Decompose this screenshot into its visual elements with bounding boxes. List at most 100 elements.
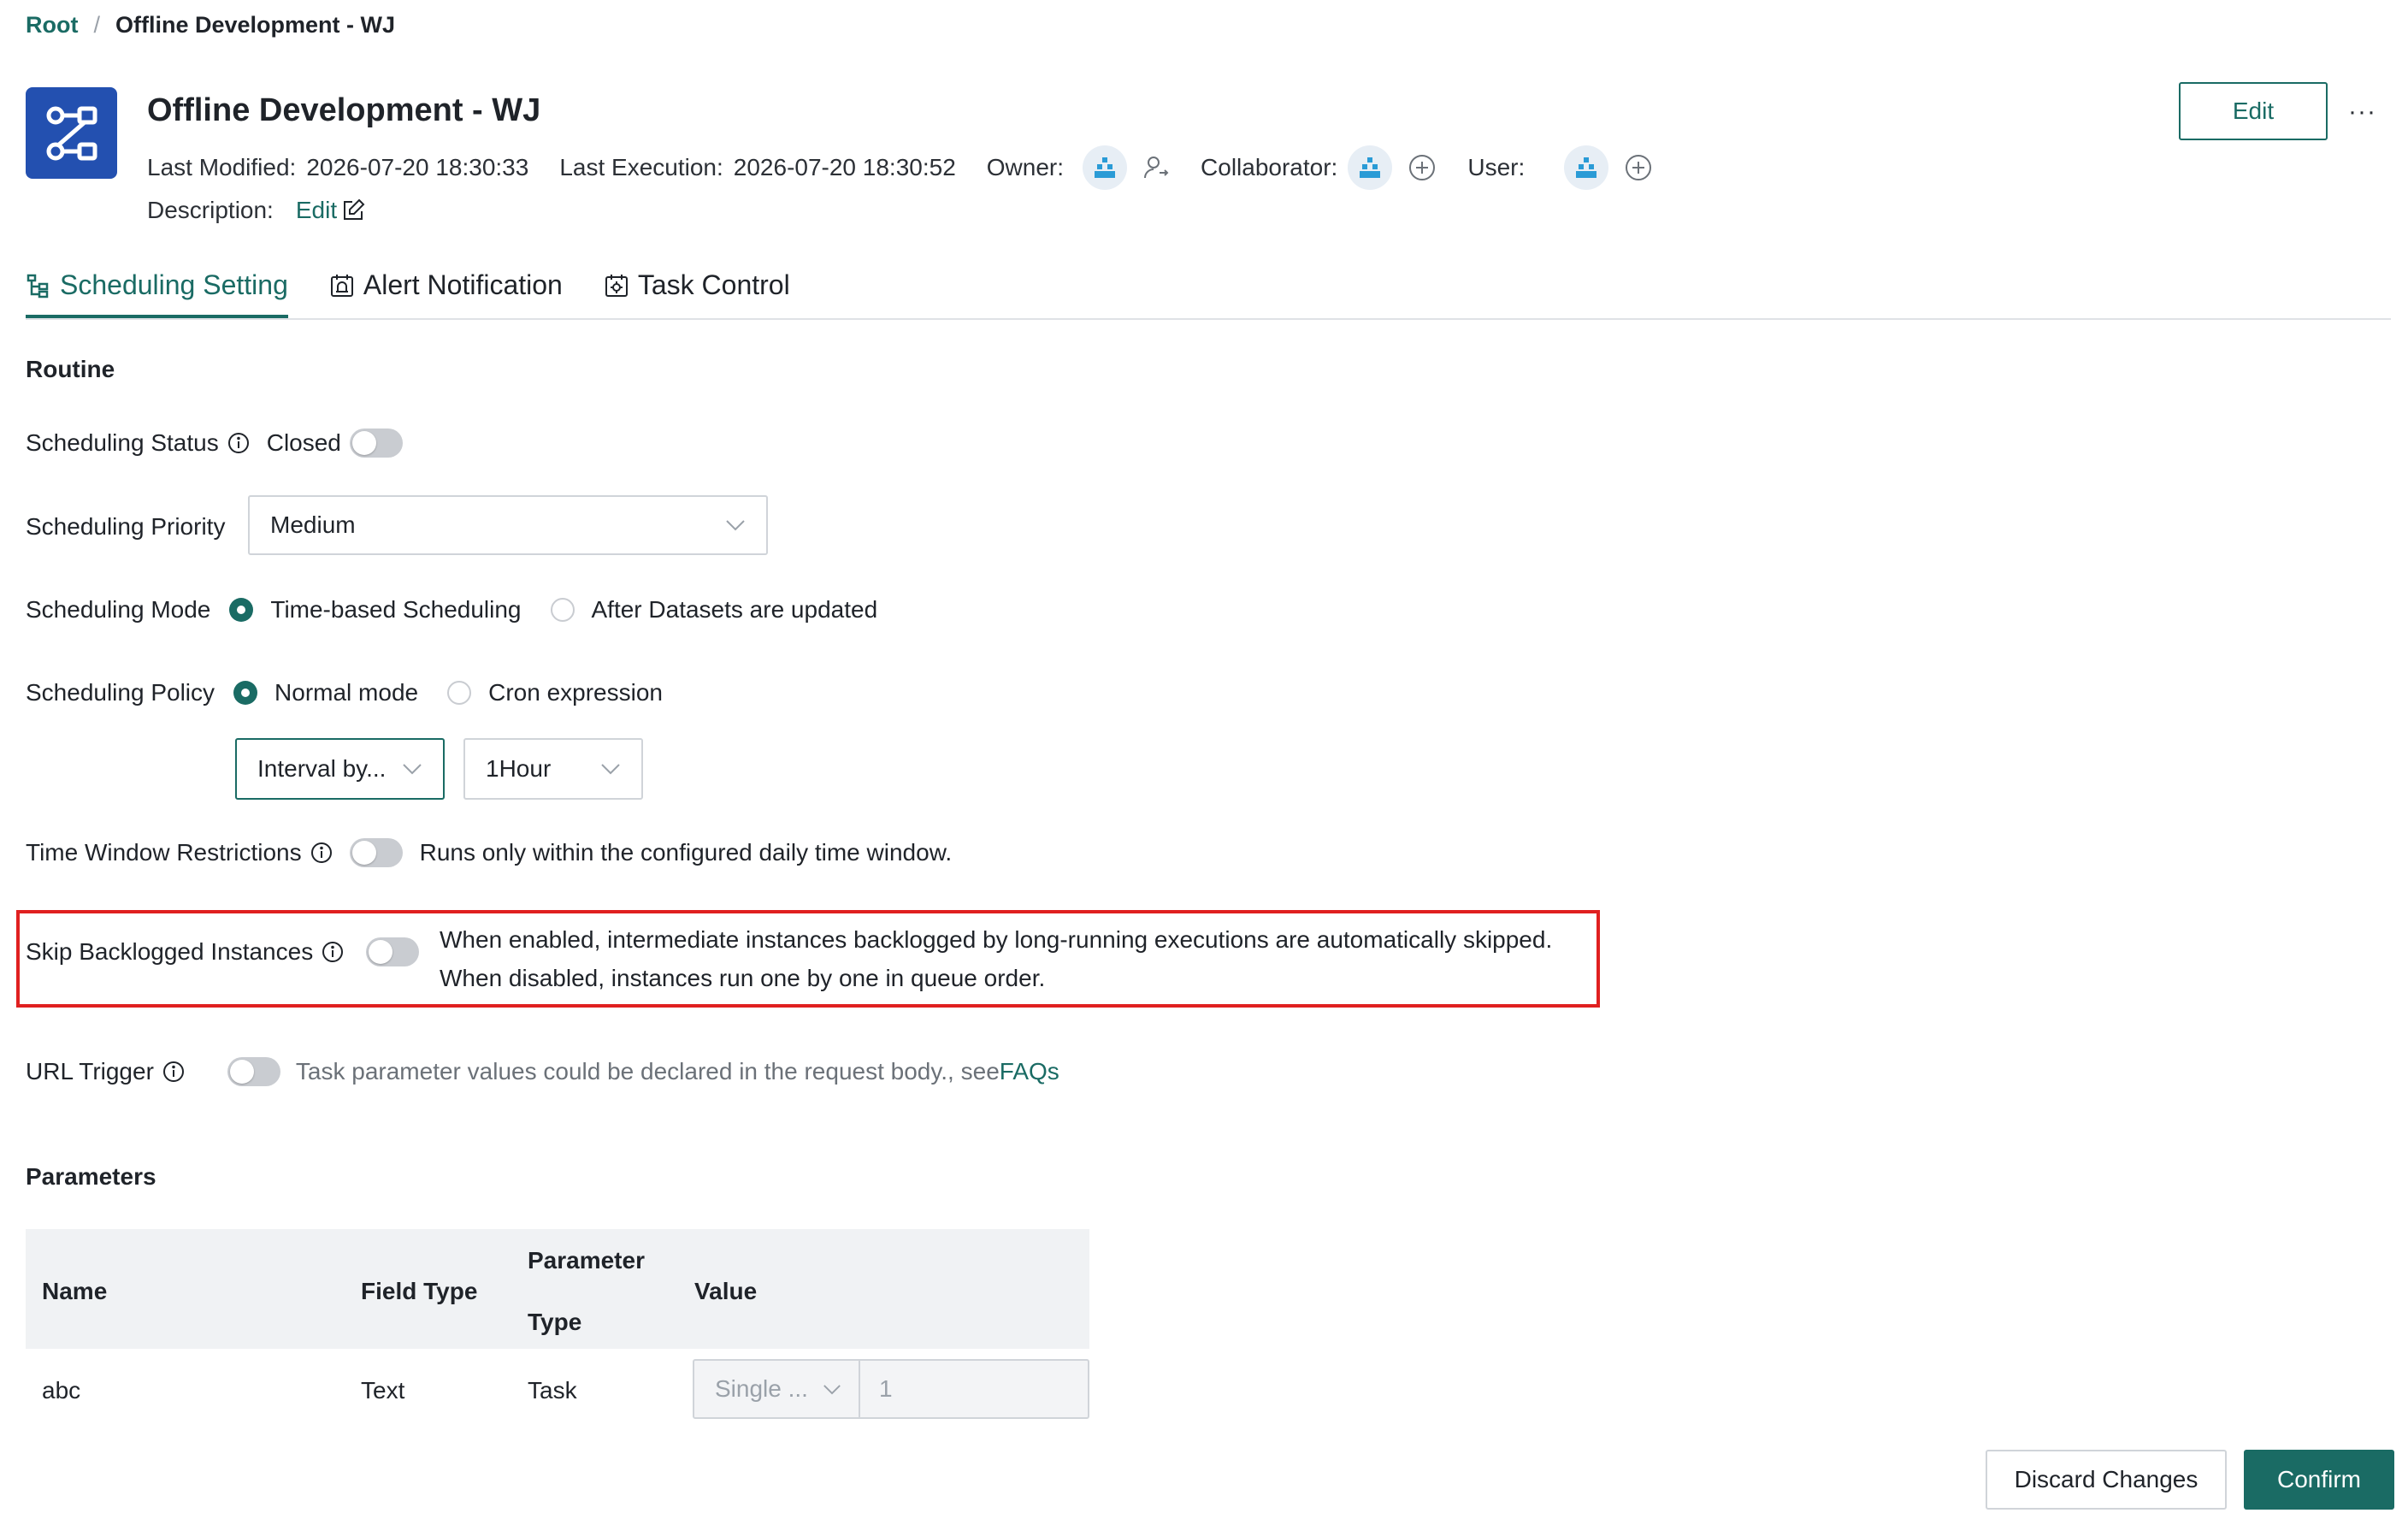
calendar-gear-icon xyxy=(604,273,638,298)
tab-label: Scheduling Setting xyxy=(60,269,288,300)
normal-mode-option-label[interactable]: Normal mode xyxy=(274,679,418,706)
last-modified-value: 2026-07-20 18:30:33 xyxy=(306,154,529,180)
time-based-option-label[interactable]: Time-based Scheduling xyxy=(270,596,521,624)
chevron-down-icon xyxy=(600,763,621,775)
last-modified-label: Last Modified: xyxy=(147,154,297,180)
column-header-field-type: Field Type xyxy=(361,1278,478,1304)
column-header-value: Value xyxy=(694,1278,758,1304)
tree-icon xyxy=(26,273,60,298)
person-switch-icon[interactable] xyxy=(1142,154,1170,181)
time-window-row: Time Window Restrictions Runs only withi… xyxy=(26,835,952,871)
collaborator-label: Collaborator: xyxy=(1201,154,1338,180)
after-datasets-option-label[interactable]: After Datasets are updated xyxy=(592,596,878,624)
param-name-cell: abc xyxy=(42,1377,81,1404)
collaborator-avatar[interactable] xyxy=(1348,145,1393,190)
radio-normal-mode[interactable] xyxy=(233,681,258,705)
scheduling-mode-label: Scheduling Mode xyxy=(26,596,211,623)
param-value-mode-select[interactable]: Single ... xyxy=(693,1359,860,1419)
radio-time-based[interactable] xyxy=(229,598,254,622)
routine-section-title: Routine xyxy=(26,356,115,382)
chevron-down-icon xyxy=(725,519,746,531)
breadcrumb-current: Offline Development - WJ xyxy=(115,12,396,38)
scheduling-priority-value: Medium xyxy=(270,511,356,538)
skip-backlogged-row: Skip Backlogged Instances xyxy=(26,934,420,970)
info-icon xyxy=(162,1061,185,1083)
param-value-input[interactable]: 1 xyxy=(859,1359,1089,1419)
info-icon xyxy=(227,432,250,454)
time-window-label: Time Window Restrictions xyxy=(26,839,302,866)
param-field-type-cell: Text xyxy=(361,1377,405,1404)
faqs-link[interactable]: FAQs xyxy=(1000,1058,1059,1085)
info-icon xyxy=(322,941,344,963)
tab-label: Task Control xyxy=(637,269,790,300)
column-header-parameter-type-line1: Parameter xyxy=(528,1247,645,1274)
discard-changes-button[interactable]: Discard Changes xyxy=(1986,1450,2227,1510)
scheduling-status-label: Scheduling Status xyxy=(26,429,219,456)
alarm-icon xyxy=(329,273,363,298)
breadcrumb-separator: / xyxy=(93,12,100,38)
description-row: Description: Edit xyxy=(147,197,366,224)
scheduling-priority-row: Scheduling Priority xyxy=(26,509,225,545)
url-trigger-row: URL Trigger Task parameter values could … xyxy=(26,1054,1059,1090)
scheduling-priority-select[interactable]: Medium xyxy=(248,495,768,555)
scheduling-mode-row: Scheduling Mode Time-based Scheduling Af… xyxy=(26,592,877,628)
confirm-button[interactable]: Confirm xyxy=(2244,1450,2394,1510)
add-user-icon[interactable] xyxy=(1624,153,1653,182)
scheduling-policy-row: Scheduling Policy Normal mode Cron expre… xyxy=(26,675,663,711)
url-trigger-desc: Task parameter values could be declared … xyxy=(295,1058,1000,1085)
time-window-toggle[interactable] xyxy=(349,838,403,867)
add-collaborator-icon[interactable] xyxy=(1408,153,1437,182)
column-header-name: Name xyxy=(42,1278,108,1304)
description-label: Description: xyxy=(147,197,274,223)
page: Root / Offline Development - WJ Offline … xyxy=(0,0,2408,1519)
skip-backlogged-desc: When enabled, intermediate instances bac… xyxy=(440,920,1552,997)
parameters-section-title: Parameters xyxy=(26,1163,156,1190)
edit-pencil-icon[interactable] xyxy=(340,198,366,223)
tab-alert-notification[interactable]: Alert Notification xyxy=(329,269,563,318)
last-execution-value: 2026-07-20 18:30:52 xyxy=(733,154,956,180)
url-trigger-label: URL Trigger xyxy=(26,1058,154,1085)
skip-backlogged-label: Skip Backlogged Instances xyxy=(26,938,314,965)
meta-row: Last Modified: 2026-07-20 18:30:33 Last … xyxy=(147,145,1684,190)
skip-backlogged-desc-line1: When enabled, intermediate instances bac… xyxy=(440,926,1553,953)
edit-button[interactable]: Edit xyxy=(2179,82,2328,140)
user-label: User: xyxy=(1467,154,1526,180)
time-window-desc: Runs only within the configured daily ti… xyxy=(419,839,953,866)
interval-value-select[interactable]: 1Hour xyxy=(463,738,643,800)
info-icon xyxy=(310,842,333,864)
url-trigger-toggle[interactable] xyxy=(227,1057,280,1086)
tab-task-control[interactable]: Task Control xyxy=(604,269,790,318)
radio-cron-expression[interactable] xyxy=(447,681,472,705)
description-edit-link[interactable]: Edit xyxy=(296,197,337,224)
scheduling-status-toggle[interactable] xyxy=(349,429,403,458)
column-header-parameter-type-line2: Type xyxy=(528,1309,582,1335)
tab-bar: Scheduling Setting Alert Notification Ta… xyxy=(26,257,831,318)
breadcrumb: Root / Offline Development - WJ xyxy=(26,12,395,38)
scheduling-policy-label: Scheduling Policy xyxy=(26,679,215,706)
user-avatar[interactable] xyxy=(1564,145,1609,190)
chevron-down-icon xyxy=(823,1384,841,1395)
param-type-cell: Task xyxy=(528,1377,577,1404)
owner-avatar[interactable] xyxy=(1083,145,1128,190)
skip-backlogged-desc-line2: When disabled, instances run one by one … xyxy=(440,965,1046,991)
param-value-mode: Single ... xyxy=(715,1375,808,1402)
last-execution-label: Last Execution: xyxy=(559,154,723,180)
tab-divider xyxy=(26,318,2391,320)
tab-label: Alert Notification xyxy=(363,269,563,300)
page-title: Offline Development - WJ xyxy=(147,92,541,128)
interval-type-value: Interval by... xyxy=(257,755,387,782)
breadcrumb-root-link[interactable]: Root xyxy=(26,12,78,38)
scheduling-status-row: Scheduling Status Closed xyxy=(26,425,403,461)
skip-backlogged-toggle[interactable] xyxy=(366,937,420,966)
tab-scheduling-setting[interactable]: Scheduling Setting xyxy=(26,269,288,318)
more-options-button[interactable]: ··· xyxy=(2348,98,2376,127)
cron-expression-option-label[interactable]: Cron expression xyxy=(488,679,663,706)
scheduling-status-value: Closed xyxy=(266,429,341,456)
chevron-down-icon xyxy=(402,763,422,775)
radio-after-datasets[interactable] xyxy=(550,598,575,622)
workflow-icon xyxy=(26,87,117,179)
interval-value: 1Hour xyxy=(486,755,552,782)
interval-type-select[interactable]: Interval by... xyxy=(235,738,445,800)
scheduling-priority-label: Scheduling Priority xyxy=(26,513,226,540)
owner-label: Owner: xyxy=(986,154,1065,180)
